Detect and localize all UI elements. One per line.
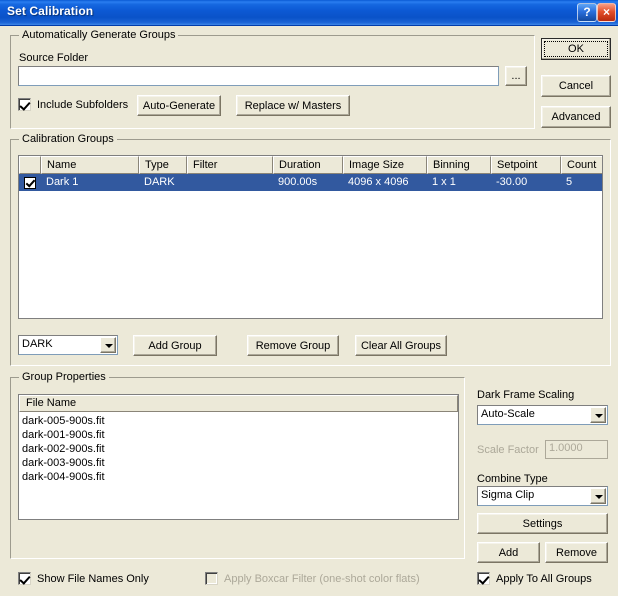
column-header-filter[interactable]: Filter xyxy=(187,156,273,174)
list-item[interactable]: dark-002-900s.fit xyxy=(22,442,458,456)
source-folder-label: Source Folder xyxy=(19,52,89,64)
list-item[interactable]: dark-004-900s.fit xyxy=(22,470,458,484)
apply-boxcar-filter-label: Apply Boxcar Filter (one-shot color flat… xyxy=(224,572,420,585)
cell-image-size: 4096 x 4096 xyxy=(348,176,409,188)
cell-filter xyxy=(187,174,273,191)
combine-type-value: Sigma Clip xyxy=(481,489,535,501)
add-group-button[interactable]: Add Group xyxy=(133,335,217,356)
group-type-combo-value: DARK xyxy=(22,338,53,350)
chevron-down-icon[interactable] xyxy=(100,337,116,353)
close-icon[interactable]: × xyxy=(597,3,616,22)
include-subfolders-checkbox[interactable]: Include Subfolders xyxy=(18,98,128,111)
column-header-image-size[interactable]: Image Size xyxy=(343,156,427,174)
help-icon[interactable]: ? xyxy=(577,3,597,22)
calibration-groups-header-row: Name Type Filter Duration Image Size Binning S… xyxy=(19,156,602,174)
chevron-down-icon[interactable] xyxy=(590,407,606,423)
cell-duration: 900.00s xyxy=(278,176,318,188)
dark-frame-scaling-value: Auto-Scale xyxy=(481,408,535,420)
browse-folder-button[interactable]: ... xyxy=(505,66,527,86)
settings-button[interactable]: Settings xyxy=(477,513,608,534)
set-calibration-dialog: Set Calibration ? × Automatically Genera… xyxy=(0,0,618,596)
table-row[interactable]: Dark 1 DARK 900.00s 4096 x 4096 1 x 1 -30.00 5 xyxy=(19,174,602,191)
list-item[interactable]: dark-003-900s.fit xyxy=(22,456,458,470)
column-header-binning[interactable]: Binning xyxy=(427,156,491,174)
cell-type: DARK xyxy=(144,176,175,188)
cell-setpoint: -30.00 xyxy=(496,176,528,188)
combine-type-combo[interactable]: Sigma Clip xyxy=(477,486,608,506)
file-name-items[interactable]: dark-005-900s.fit dark-001-900s.fit dark-0… xyxy=(19,413,458,519)
apply-to-all-groups-checkbox[interactable]: Apply To All Groups xyxy=(477,572,592,585)
source-folder-input[interactable] xyxy=(18,66,499,86)
row-select-checkbox[interactable] xyxy=(19,174,41,191)
cell-binning: 1 x 1 xyxy=(432,176,456,188)
remove-button[interactable]: Remove xyxy=(545,542,608,563)
group-type-combo[interactable]: DARK xyxy=(18,335,118,355)
calibration-groups-list[interactable]: Name Type Filter Duration Image Size Binning S… xyxy=(18,155,603,319)
show-file-names-only-label: Show File Names Only xyxy=(37,572,149,585)
file-name-column-header: File Name xyxy=(19,395,458,412)
cell-name: Dark 1 xyxy=(46,176,79,188)
column-header-checkbox[interactable] xyxy=(19,156,41,174)
file-name-list[interactable]: File Name dark-005-900s.fit dark-001-900s… xyxy=(18,394,459,520)
calibration-groups-title: Calibration Groups xyxy=(19,133,117,145)
apply-boxcar-filter-checkbox-box xyxy=(205,572,218,585)
column-header-setpoint[interactable]: Setpoint xyxy=(491,156,561,174)
list-item[interactable]: dark-001-900s.fit xyxy=(22,428,458,442)
ok-button[interactable]: OK xyxy=(541,38,611,60)
cancel-button[interactable]: Cancel xyxy=(541,75,611,97)
scale-factor-input[interactable]: 1.0000 xyxy=(545,440,608,459)
window-title: Set Calibration xyxy=(7,4,94,18)
column-header-type[interactable]: Type xyxy=(139,156,187,174)
advanced-button[interactable]: Advanced xyxy=(541,106,611,128)
column-header-count[interactable]: Count xyxy=(561,156,602,174)
include-subfolders-checkbox-box[interactable] xyxy=(18,98,31,111)
row-checkbox-box[interactable] xyxy=(24,176,36,189)
apply-to-all-groups-checkbox-box[interactable] xyxy=(477,572,490,585)
column-header-duration[interactable]: Duration xyxy=(273,156,343,174)
include-subfolders-label: Include Subfolders xyxy=(37,98,129,111)
replace-with-masters-button[interactable]: Replace w/ Masters xyxy=(236,95,350,116)
clear-all-groups-button[interactable]: Clear All Groups xyxy=(355,335,447,356)
auto-generate-groups-title: Automatically Generate Groups xyxy=(19,29,179,41)
scale-factor-label: Scale Factor xyxy=(477,444,539,456)
apply-boxcar-filter-checkbox: Apply Boxcar Filter (one-shot color flat… xyxy=(205,572,420,585)
auto-generate-button[interactable]: Auto-Generate xyxy=(137,95,221,116)
cell-count: 5 xyxy=(566,176,573,188)
chevron-down-icon[interactable] xyxy=(590,488,606,504)
calibration-groups-rows[interactable]: Dark 1 DARK 900.00s 4096 x 4096 1 x 1 -30.00 5 xyxy=(19,174,602,318)
combine-type-label: Combine Type xyxy=(477,473,548,485)
show-file-names-only-checkbox-box[interactable] xyxy=(18,572,31,585)
title-bar: Set Calibration ? × xyxy=(0,0,618,26)
list-item[interactable]: dark-005-900s.fit xyxy=(22,414,458,428)
dark-frame-scaling-label: Dark Frame Scaling xyxy=(477,389,575,401)
dark-frame-scaling-combo[interactable]: Auto-Scale xyxy=(477,405,608,425)
group-properties-title: Group Properties xyxy=(19,371,109,383)
remove-group-button[interactable]: Remove Group xyxy=(247,335,339,356)
ok-focus-rect xyxy=(544,41,608,57)
show-file-names-only-checkbox[interactable]: Show File Names Only xyxy=(18,572,149,585)
apply-to-all-groups-label: Apply To All Groups xyxy=(496,572,592,585)
add-button[interactable]: Add xyxy=(477,542,540,563)
column-header-name[interactable]: Name xyxy=(41,156,139,174)
